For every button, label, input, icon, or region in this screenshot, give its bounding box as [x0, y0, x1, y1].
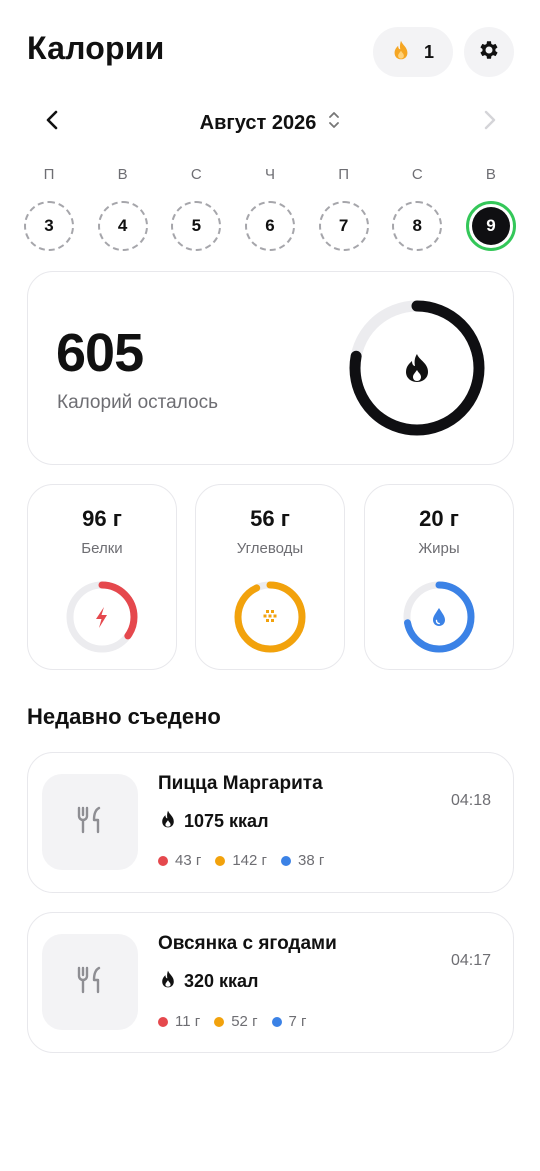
- protein-label: Белки: [81, 540, 123, 557]
- selected-day-label: 9: [471, 207, 510, 245]
- fat-value: 20 г: [419, 506, 459, 531]
- carbs-amount-value: 52 г: [231, 1013, 258, 1030]
- protein-amount: 11 г: [158, 1013, 200, 1030]
- weekday-label: П: [43, 166, 55, 183]
- fat-amount: 7 г: [271, 1013, 307, 1030]
- settings-button[interactable]: [464, 27, 514, 77]
- lightning-icon: [96, 607, 107, 628]
- day-button-selected[interactable]: 9: [465, 201, 516, 251]
- chevron-right-icon: [483, 110, 497, 135]
- carbs-label: Углеводы: [236, 540, 304, 557]
- flame-icon: [160, 970, 176, 993]
- weekday-label: П: [338, 166, 350, 183]
- gear-icon: [477, 38, 501, 67]
- fat-label: Жиры: [418, 540, 460, 557]
- flame-icon: [160, 810, 176, 833]
- calories-ring: [349, 300, 485, 436]
- day-button[interactable]: 7: [318, 201, 369, 251]
- month-label: Август 2026: [199, 111, 317, 134]
- food-time: 04:18: [451, 792, 492, 809]
- carbs-amount-value: 142 г: [232, 852, 267, 869]
- next-month-button[interactable]: [476, 108, 504, 136]
- food-name: Пицца Маргарита: [158, 773, 323, 794]
- flame-icon: [406, 354, 428, 382]
- weekday-label: С: [190, 166, 202, 183]
- carbs-value: 56 г: [250, 506, 290, 531]
- streak-count: 1: [423, 41, 434, 62]
- food-time: 04:17: [451, 952, 492, 969]
- day-button[interactable]: 5: [171, 201, 222, 251]
- fat-dot: [281, 855, 291, 866]
- carbs-amount: 142 г: [215, 852, 267, 869]
- day-button[interactable]: 6: [244, 201, 295, 251]
- fat-amount-value: 7 г: [288, 1013, 307, 1030]
- weekday-label: Ч: [264, 166, 275, 183]
- carbs-ring: [234, 581, 306, 653]
- fat-amount: 38 г: [281, 852, 324, 869]
- food-calories: 1075 ккал: [160, 810, 269, 833]
- grain-icon: [263, 610, 277, 622]
- food-calories: 320 ккал: [160, 970, 259, 993]
- food-thumbnail: [42, 774, 138, 870]
- fat-amount-value: 38 г: [298, 852, 325, 869]
- page-title: Калории: [27, 30, 165, 66]
- flame-icon: [392, 40, 410, 65]
- chevron-updown-icon: [328, 110, 340, 136]
- protein-amount: 43 г: [158, 852, 201, 869]
- carbs-dot: [214, 1016, 225, 1027]
- recent-section-title: Недавно съедено: [27, 704, 221, 729]
- calories-remaining: 605: [56, 323, 144, 383]
- food-macros: 11 г 52 г 7 г: [158, 1013, 307, 1030]
- carbs-dot: [215, 855, 226, 866]
- utensils-icon: [77, 806, 103, 839]
- fat-ring: [403, 581, 475, 653]
- calories-remaining-label: Калорий осталось: [57, 392, 218, 413]
- protein-amount-value: 11 г: [175, 1013, 201, 1030]
- food-name: Овсянка с ягодами: [158, 933, 337, 954]
- weekday-row: П В С Ч П С В: [24, 166, 516, 183]
- day-button[interactable]: 8: [392, 201, 443, 251]
- protein-value: 96 г: [82, 506, 122, 531]
- protein-ring: [66, 581, 138, 653]
- weekday-label: В: [485, 166, 496, 183]
- month-selector[interactable]: Август 2026: [0, 110, 540, 136]
- weekday-label: В: [117, 166, 128, 183]
- protein-amount-value: 43 г: [175, 852, 202, 869]
- protein-dot: [158, 855, 168, 866]
- carbs-amount: 52 г: [214, 1013, 258, 1030]
- food-kcal-value: 1075 ккал: [184, 811, 269, 831]
- weekday-label: С: [411, 166, 423, 183]
- day-row: 3 4 5 6 7 8 9: [24, 201, 516, 251]
- protein-dot: [158, 1016, 168, 1027]
- food-kcal-value: 320 ккал: [184, 971, 259, 991]
- fat-dot: [271, 1016, 282, 1027]
- streak-badge[interactable]: 1: [373, 27, 453, 77]
- day-button[interactable]: 3: [24, 201, 74, 251]
- utensils-icon: [77, 966, 103, 999]
- day-button[interactable]: 4: [97, 201, 148, 251]
- food-thumbnail: [42, 934, 138, 1030]
- food-macros: 43 г 142 г 38 г: [158, 852, 324, 869]
